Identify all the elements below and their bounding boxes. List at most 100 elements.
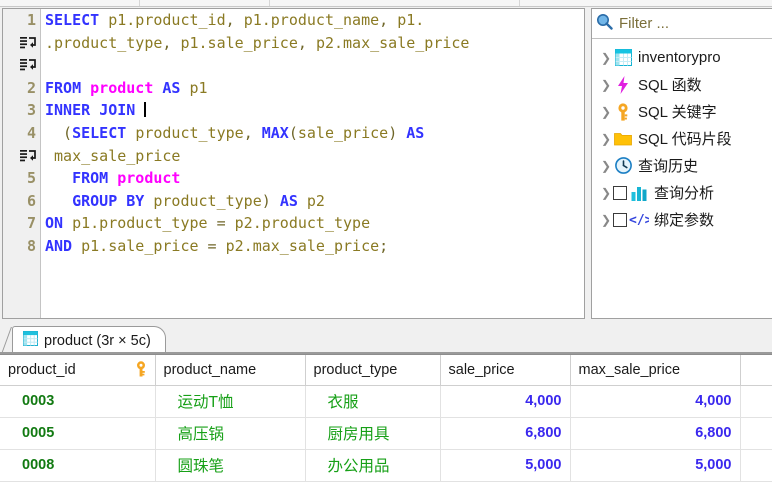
code-line[interactable]: GROUP BY product_type) AS p2 [42, 190, 584, 213]
code-token: p2.max_sale_price [225, 236, 380, 255]
chevron-right-icon[interactable]: ❯ [599, 159, 613, 173]
chevron-right-icon[interactable]: ❯ [599, 51, 613, 65]
code-token: product_type [153, 191, 262, 210]
clock-icon [613, 157, 633, 174]
column-header[interactable]: product_id [0, 355, 156, 386]
toolbar-group-3 [270, 0, 520, 6]
code-token: ON [45, 214, 64, 233]
tree-item[interactable]: ❯ </> 绑定参数 [592, 206, 772, 233]
database-navigator-panel[interactable]: Filter ... ❯ inventorypro ❯ SQL 函数 ❯ SQL 关键字 ❯… [591, 8, 772, 319]
tree-item[interactable]: ❯ SQL 代码片段 [592, 125, 772, 152]
sql-editor-panel[interactable]: 12345678 SELECT p1.product_id, p1.produc… [2, 8, 585, 319]
chart-icon [629, 185, 649, 201]
table-cell[interactable]: 办公用品 [305, 449, 441, 482]
toolbar-group-4 [520, 0, 772, 6]
tree-item[interactable]: ❯ SQL 函数 [592, 71, 772, 98]
chevron-right-icon[interactable]: ❯ [599, 186, 613, 200]
table-cell[interactable]: 高压锅 [155, 417, 306, 450]
column-header[interactable]: sale_price [440, 355, 571, 386]
tab-label: product (3r × 5c) [44, 332, 151, 349]
chevron-right-icon[interactable]: ❯ [599, 132, 613, 146]
table-cell-filler [740, 417, 772, 450]
chevron-right-icon[interactable]: ❯ [599, 105, 613, 119]
code-token: max_sale_price [45, 146, 181, 165]
code-token: p1.product_name [243, 11, 380, 29]
code-line[interactable]: .product_type, p1.sale_price, p2.max_sal… [42, 32, 584, 55]
code-token: p1.product_type [72, 214, 208, 233]
table-cell[interactable]: 衣服 [305, 385, 441, 418]
table-cell[interactable]: 0003 [0, 385, 156, 418]
code-token: , [297, 33, 316, 52]
filter-input[interactable]: Filter ... [619, 15, 669, 32]
tree-item-label: SQL 关键字 [638, 104, 717, 121]
code-token: , [225, 11, 244, 29]
table-row[interactable]: 0005 高压锅 厨房用具 6,800 6,800 [0, 417, 772, 450]
code-line[interactable]: FROM product AS p1 [42, 77, 584, 100]
grid-icon [23, 331, 38, 350]
table-cell[interactable]: 6,800 [440, 417, 571, 450]
column-header-label: product_id [8, 361, 76, 378]
table-row[interactable]: 0008 圆珠笔 办公用品 5,000 5,000 [0, 449, 772, 482]
chevron-right-icon[interactable]: ❯ [599, 78, 613, 92]
svg-text:</>: </> [629, 213, 649, 227]
tree-item-checkbox[interactable] [613, 212, 627, 227]
table-row[interactable]: 0003 运动T恤 衣服 4,000 4,000 [0, 385, 772, 418]
code-line[interactable]: FROM product [42, 167, 584, 190]
navigator-tree[interactable]: ❯ inventorypro ❯ SQL 函数 ❯ SQL 关键字 ❯ SQL 代码片段 ❯ 查询… [592, 39, 772, 233]
column-header[interactable]: max_sale_price [570, 355, 741, 386]
code-token: p1.sale_price [81, 236, 199, 255]
table-cell[interactable]: 厨房用具 [305, 417, 441, 450]
tree-item[interactable]: ❯ inventorypro [592, 44, 772, 71]
tree-item[interactable]: ❯ SQL 关键字 [592, 98, 772, 125]
tree-item[interactable]: ❯ 查询分析 [592, 179, 772, 206]
table-cell[interactable]: 5,000 [570, 449, 741, 482]
table-cell[interactable]: 5,000 [440, 449, 571, 482]
column-header[interactable]: product_name [155, 355, 306, 386]
grid-bottom-filler [0, 495, 772, 501]
sql-client-window: 12345678 SELECT p1.product_id, p1.produc… [0, 0, 772, 501]
tree-item[interactable]: ❯ 查询历史 [592, 152, 772, 179]
table-header-row: product_id product_name product_type sale_p… [0, 355, 772, 386]
code-line[interactable]: max_sale_price [42, 145, 584, 168]
filter-row[interactable]: Filter ... [592, 9, 772, 39]
table-cell[interactable]: 4,000 [570, 385, 741, 418]
code-token: p2.product_type [234, 214, 371, 233]
code-line[interactable]: ON p1.product_type = p2.product_type [42, 212, 584, 235]
table-cell[interactable]: 4,000 [440, 385, 571, 418]
text-cursor [144, 102, 147, 118]
sql-code-area[interactable]: SELECT p1.product_id, p1.product_name, p… [42, 9, 584, 318]
line-number: 3 [26, 101, 36, 120]
table-cell-filler [740, 385, 772, 418]
column-header-label: product_name [163, 361, 257, 378]
tree-item-checkbox[interactable] [613, 185, 627, 200]
code-line[interactable]: INNER JOIN [42, 99, 584, 122]
results-tabbar[interactable]: product (3r × 5c) [0, 324, 772, 354]
table-cell[interactable]: 运动T恤 [155, 385, 306, 418]
tree-item-label: 查询历史 [638, 158, 699, 175]
tree-item-label: 绑定参数 [654, 212, 715, 229]
table-cell[interactable]: 0005 [0, 417, 156, 450]
code-token: p1 [189, 78, 208, 97]
tab-product-result[interactable]: product (3r × 5c) [12, 326, 166, 354]
code-line[interactable]: AND p1.sale_price = p2.max_sale_price; [42, 235, 584, 258]
column-header[interactable]: product_type [305, 355, 441, 386]
table-cell[interactable]: 圆珠笔 [155, 449, 306, 482]
code-line[interactable]: SELECT p1.product_id, p1.product_name, p… [42, 9, 584, 32]
code-line[interactable] [42, 54, 584, 77]
results-grid[interactable]: product_id product_name product_type sale_p… [0, 354, 772, 501]
chevron-right-icon[interactable]: ❯ [599, 213, 613, 227]
line-wrap-icon [3, 32, 40, 55]
table-cell[interactable]: 6,800 [570, 417, 741, 450]
tree-item-label: 查询分析 [654, 185, 715, 202]
code-line[interactable]: (SELECT product_type, MAX(sale_price) AS [42, 122, 584, 145]
table-icon [613, 49, 633, 66]
toolbar-group-1 [0, 0, 140, 6]
table-cell[interactable]: 0008 [0, 449, 156, 482]
